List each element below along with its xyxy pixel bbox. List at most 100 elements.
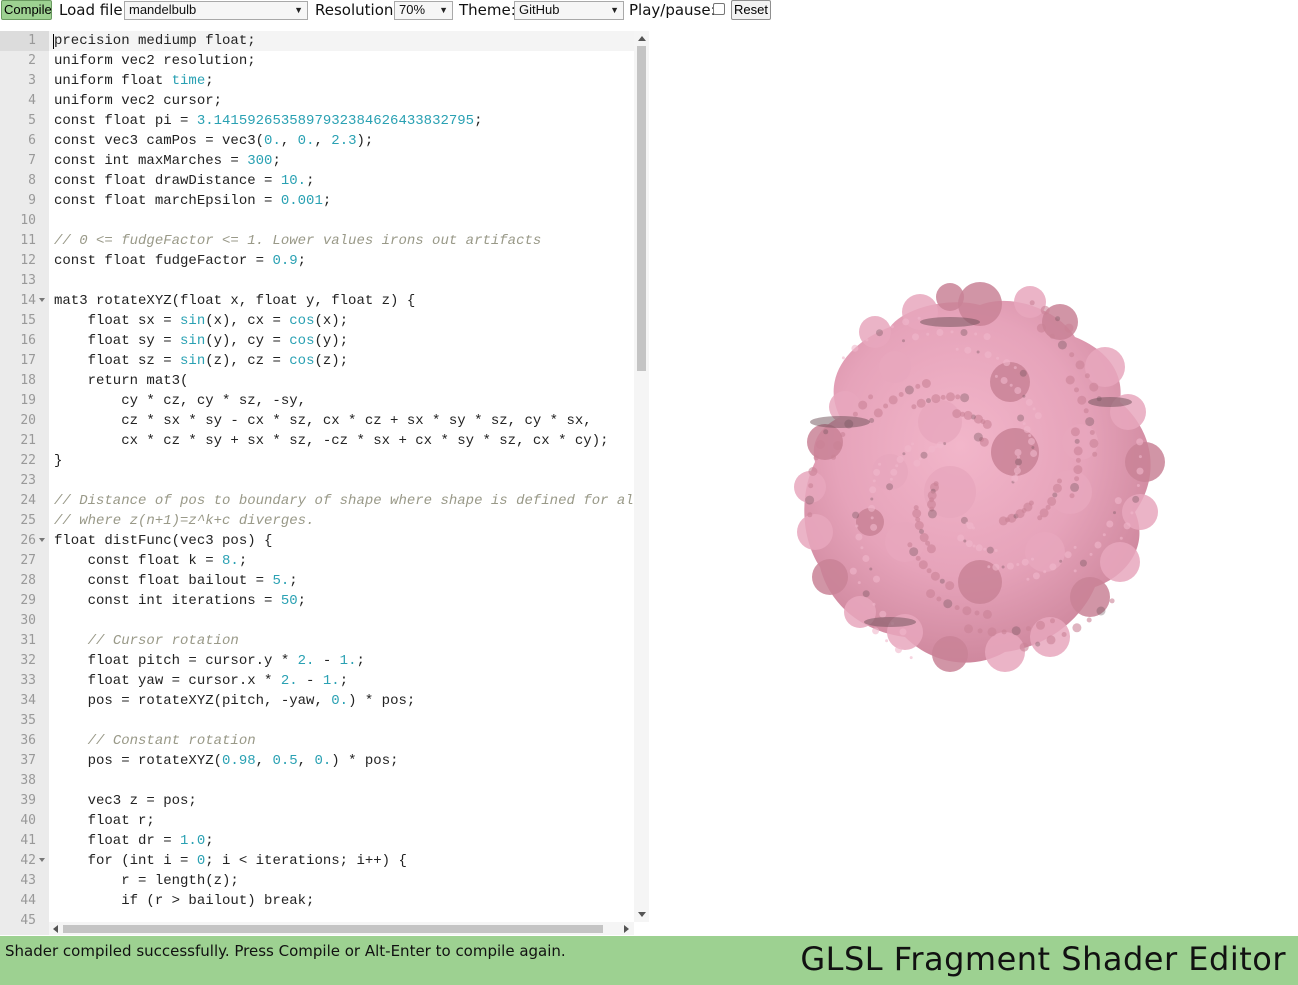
fractal-texture (851, 344, 859, 352)
fractal-bulb (918, 400, 962, 444)
fractal-texture (1052, 483, 1062, 493)
shader-canvas[interactable] (650, 22, 1298, 936)
fold-arrow-icon[interactable] (39, 298, 45, 302)
fractal-texture (1023, 426, 1031, 433)
code-line[interactable]: 17 float sz = sin(z), cz = cos(z); (0, 351, 634, 371)
vertical-scrollbar[interactable] (634, 31, 649, 922)
code-text: // 0 <= fudgeFactor <= 1. Lower values i… (54, 233, 542, 249)
code-line[interactable]: 9 const float marchEpsilon = 0.001; (0, 191, 634, 211)
code-line[interactable]: 16 float sy = sin(y), cy = cos(y); (0, 331, 634, 351)
code-line[interactable]: 24 // Distance of pos to boundary of shap… (0, 491, 634, 511)
load-file-label: Load file: (59, 1, 128, 19)
code-text: if (r > bailout) break; (54, 893, 315, 909)
reset-button[interactable]: Reset (731, 0, 771, 20)
fractal-texture (1084, 373, 1090, 379)
code-text: float dr = 1.0; (54, 833, 214, 849)
fractal-texture (911, 442, 914, 446)
code-line[interactable]: 8 const float drawDistance = 10.; (0, 171, 634, 191)
code-line[interactable]: 23 (0, 471, 634, 491)
code-line[interactable]: 26 float distFunc(vec3 pos) { (0, 531, 634, 551)
line-number: 38 (20, 773, 36, 788)
line-number: 9 (28, 193, 36, 208)
vertical-scrollbar-thumb[interactable] (637, 46, 646, 371)
code-line[interactable]: 42 for (int i = 0; i < iterations; i++) … (0, 851, 634, 871)
code-line[interactable]: 1 precision mediump float; (0, 31, 634, 51)
fractal-texture (831, 454, 836, 460)
horizontal-scrollbar[interactable] (49, 922, 634, 935)
code-line[interactable]: 36 // Constant rotation (0, 731, 634, 751)
theme-select[interactable]: GitHub ▼ (514, 1, 624, 20)
horizontal-scrollbar-thumb[interactable] (63, 925, 603, 933)
code-line[interactable]: 7 const int maxMarches = 300; (0, 151, 634, 171)
scroll-left-icon[interactable] (53, 925, 58, 933)
fractal-bulb (797, 514, 833, 550)
fractal-texture (1083, 408, 1089, 414)
fractal-texture (1094, 541, 1102, 549)
code-line[interactable]: 13 (0, 271, 634, 291)
code-line[interactable]: 40 float r; (0, 811, 634, 831)
fractal-texture (926, 450, 930, 454)
code-line[interactable]: 37 pos = rotateXYZ(0.98, 0.5, 0.) * pos; (0, 751, 634, 771)
code-line[interactable]: 30 (0, 611, 634, 631)
code-line[interactable]: 3 uniform float time; (0, 71, 634, 91)
fractal-texture (1061, 632, 1067, 637)
fold-arrow-icon[interactable] (39, 538, 45, 542)
fractal-texture (1073, 465, 1083, 475)
code-text: float sy = sin(y), cy = cos(y); (54, 333, 349, 349)
fractal-texture (878, 462, 882, 466)
code-line[interactable]: 31 // Cursor rotation (0, 631, 634, 651)
fold-arrow-icon[interactable] (39, 858, 45, 862)
code-editor[interactable]: 1 precision mediump float; 2 uniform vec2 r… (0, 31, 650, 935)
code-line[interactable]: 12 const float fudgeFactor = 0.9; (0, 251, 634, 271)
line-number: 36 (20, 733, 36, 748)
code-line[interactable]: 10 (0, 211, 634, 231)
code-line[interactable]: 21 cx * cz * sy + sx * sz, -cz * sx + cx… (0, 431, 634, 451)
theme-value: GitHub (519, 2, 560, 17)
code-line[interactable]: 22} (0, 451, 634, 471)
code-line[interactable]: 5 const float pi = 3.14159265358979323846… (0, 111, 634, 131)
code-line[interactable]: 4 uniform vec2 cursor; (0, 91, 634, 111)
code-line[interactable]: 33 float yaw = cursor.x * 2. - 1.; (0, 671, 634, 691)
play-pause-label: Play/pause: (629, 1, 716, 19)
code-line[interactable]: 39 vec3 z = pos; (0, 791, 634, 811)
line-number: 24 (20, 493, 36, 508)
fractal-texture (1070, 427, 1080, 437)
code-line[interactable]: 14 mat3 rotateXYZ(float x, float y, float… (0, 291, 634, 311)
code-line[interactable]: 6 const vec3 camPos = vec3(0., 0., 2.3); (0, 131, 634, 151)
code-line[interactable]: 32 float pitch = cursor.y * 2. - 1.; (0, 651, 634, 671)
code-line[interactable]: 41 float dr = 1.0; (0, 831, 634, 851)
fractal-texture (952, 409, 962, 419)
scroll-down-icon[interactable] (638, 912, 646, 917)
fractal-texture (983, 547, 987, 551)
line-number: 31 (20, 633, 36, 648)
code-line[interactable]: 38 (0, 771, 634, 791)
code-line[interactable]: 15 float sx = sin(x), cx = cos(x); (0, 311, 634, 331)
code-line[interactable]: 20 cz * sx * sy - cx * sz, cx * cz + sx … (0, 411, 634, 431)
line-number: 41 (20, 833, 36, 848)
scroll-right-icon[interactable] (624, 925, 629, 933)
code-line[interactable]: 2 uniform vec2 resolution; (0, 51, 634, 71)
fractal-texture (855, 524, 859, 528)
code-line[interactable]: 44 if (r > bailout) break; (0, 891, 634, 911)
code-line[interactable]: 34 pos = rotateXYZ(pitch, -yaw, 0.) * po… (0, 691, 634, 711)
resolution-select[interactable]: 70% ▼ (394, 1, 453, 20)
scroll-up-icon[interactable] (638, 36, 646, 41)
code-line[interactable]: 29 const int iterations = 50; (0, 591, 634, 611)
code-line[interactable]: 28 const float bailout = 5.; (0, 571, 634, 591)
code-text: precision mediump float; (54, 33, 256, 49)
code-line[interactable]: 18 return mat3( (0, 371, 634, 391)
compile-button[interactable]: Compile (1, 0, 52, 20)
fractal-texture (1069, 493, 1075, 499)
code-line[interactable]: 11 // 0 <= fudgeFactor <= 1. Lower values… (0, 231, 634, 251)
fractal-texture (1070, 482, 1080, 492)
fractal-texture (972, 544, 976, 548)
code-line[interactable]: 35 (0, 711, 634, 731)
fractal-texture (1075, 457, 1081, 463)
code-line[interactable]: 27 const float k = 8.; (0, 551, 634, 571)
code-line[interactable]: 43 r = length(z); (0, 871, 634, 891)
code-line[interactable]: 25 // where z(n+1)=z^k+c diverges. (0, 511, 634, 531)
fractal-texture (962, 606, 972, 616)
play-pause-checkbox[interactable] (713, 3, 725, 15)
code-line[interactable]: 19 cy * cz, cy * sz, -sy, (0, 391, 634, 411)
load-file-select[interactable]: mandelbulb ▼ (124, 1, 308, 20)
